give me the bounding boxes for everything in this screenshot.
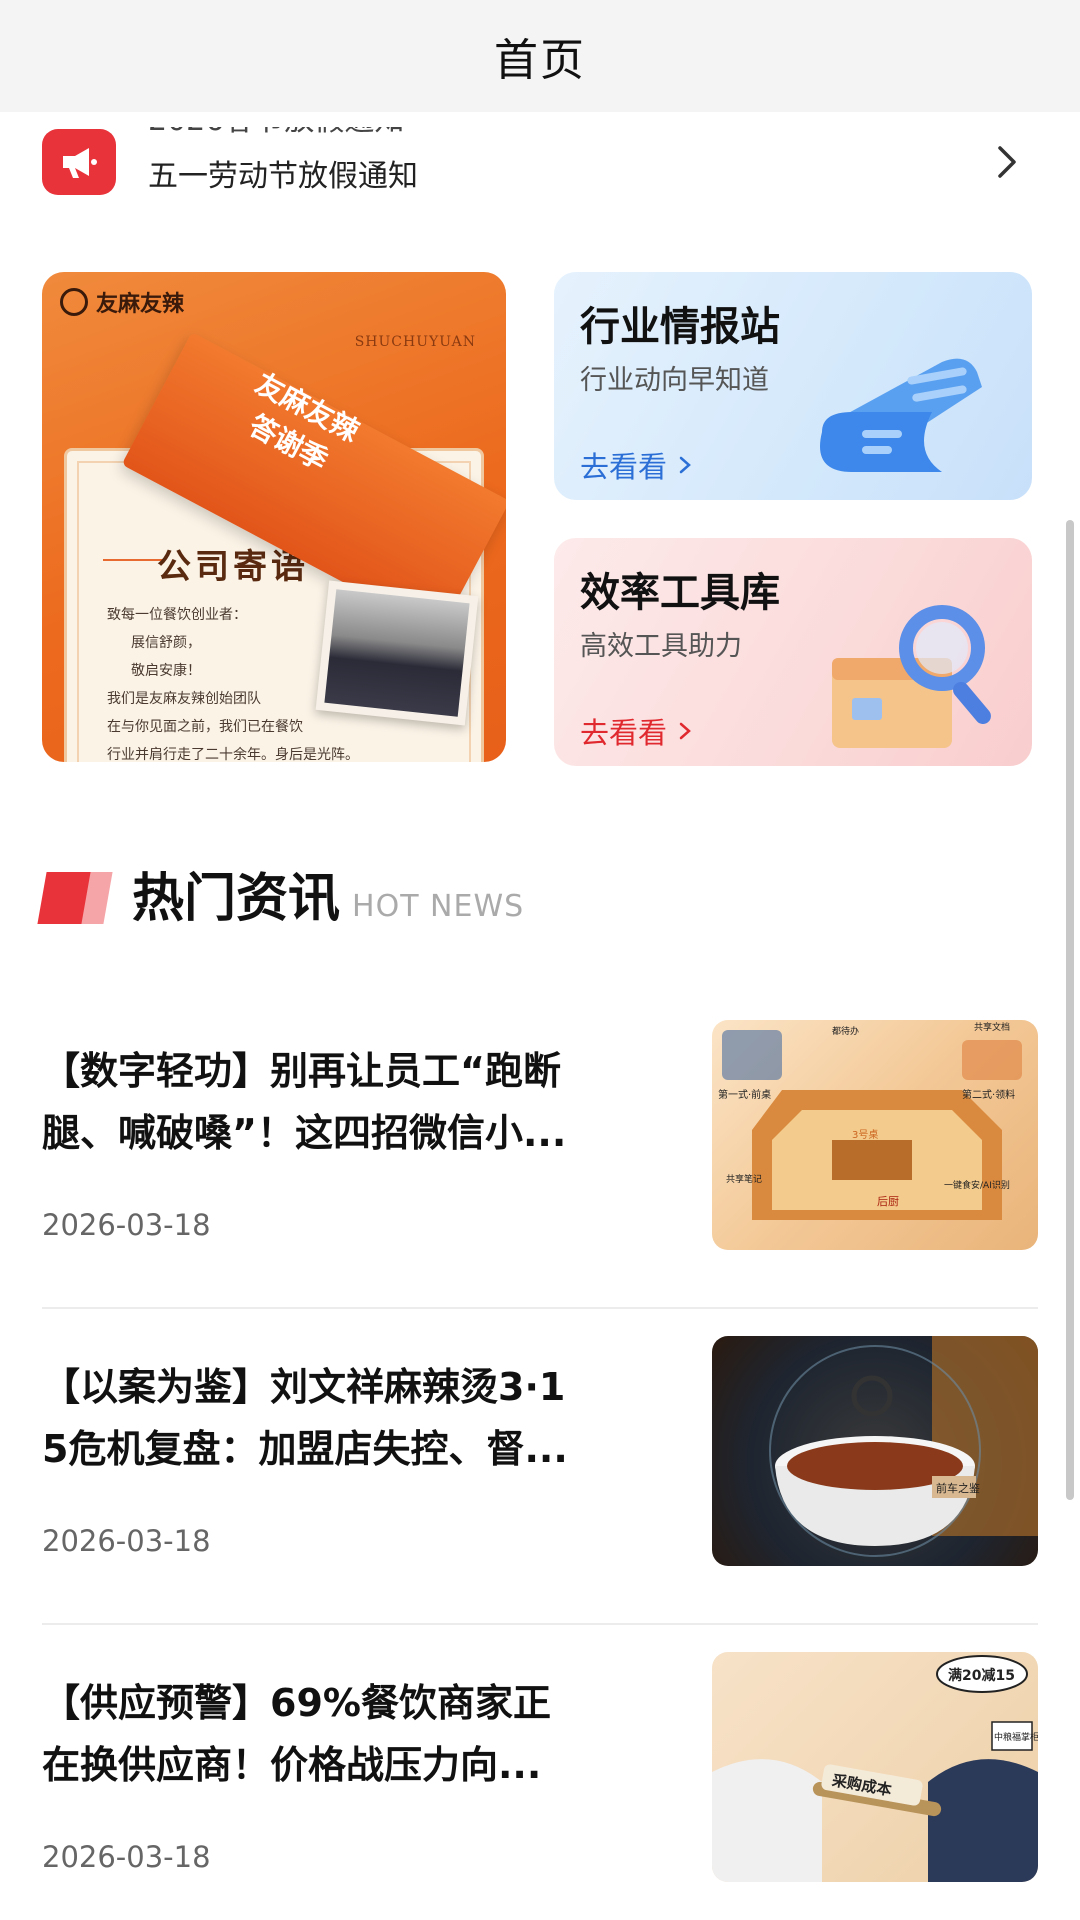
news-title: 【供应预警】69%餐饮商家正 在换供应商！价格战压力向... [42,1681,551,1787]
news-item[interactable]: 【以案为鉴】刘文祥麻辣烫3·1 5危机复盘：加盟店失控、督... 2026-03… [42,1336,1038,1586]
news-thumbnail: 前车之鉴 [712,1336,1038,1566]
news-thumbnail: 第一式·前桌 第二式·领料 3号桌 后厨 共享文档 共享笔记 一键食安/AI识别… [712,1020,1038,1250]
card-link-button[interactable]: 去看看 [580,444,695,486]
news-title: 【数字轻功】别再让员工“跑断 腿、喊破嗓”！这四招微信小... [42,1049,567,1155]
news-thumbnail: 采购成本 满20减15 中粮福掌柜 [712,1652,1038,1882]
svg-text:第一式·前桌: 第一式·前桌 [718,1088,771,1101]
card-link-button[interactable]: 去看看 [580,710,695,752]
card-subtitle: 行业动向早知道 [580,365,769,396]
svg-text:都待办: 都待办 [832,1025,859,1037]
news-title: 【以案为鉴】刘文祥麻辣烫3·1 5危机复盘：加盟店失控、督... [42,1365,568,1471]
svg-text:中粮福掌柜: 中粮福掌柜 [994,1731,1038,1743]
news-item[interactable]: 【供应预警】69%餐饮商家正 在换供应商！价格战压力向... 2026-03-1… [42,1652,1038,1902]
section-title: 热门资讯 [132,869,341,929]
promo-brand-text: 友麻友辣 [96,292,185,317]
card-industry-intel[interactable]: 行业情报站 行业动向早知道 去看看 [554,272,1032,500]
notice-text: 2026春节放假通知 五一劳动节放假通知 [148,127,988,197]
section-subtitle: HOT NEWS [352,889,525,924]
toolbox-magnifier-icon [832,605,991,748]
news-date: 2026-03-18 [42,1840,211,1874]
card-subtitle: 高效工具助力 [580,631,742,662]
promo-brand: 友麻友辣 [60,286,184,318]
brand-logo-icon [60,288,88,316]
notice-bar[interactable]: 2026春节放假通知 五一劳动节放假通知 [42,112,1038,212]
section-flag-icon [37,872,114,924]
chevron-right-icon [998,146,1016,178]
svg-text:满20减15: 满20减15 [948,1667,1015,1684]
document-scroll-icon [820,358,982,472]
divider [42,1307,1038,1309]
promo-banner[interactable]: 友麻友辣 SHUCHUYUAN 公司寄语 致每一位餐饮创业者： 展信舒颜， 敬启… [42,272,506,762]
news-item[interactable]: 【数字轻功】别再让员工“跑断 腿、喊破嗓”！这四招微信小... 2026-03-… [42,1020,1038,1270]
nav-header: 首页 [0,0,1080,112]
page-title: 首页 [494,35,586,86]
promo-photo [315,580,479,726]
svg-text:后厨: 后厨 [877,1195,899,1208]
svg-text:前车之鉴: 前车之鉴 [936,1481,980,1495]
svg-text:共享笔记: 共享笔记 [726,1173,762,1185]
divider [42,1623,1038,1625]
notice-prev-text: 2026春节放假通知 [148,127,404,141]
notice-current-text: 五一劳动节放假通知 [148,159,418,194]
svg-text:共享文档: 共享文档 [974,1021,1010,1033]
megaphone-icon [42,129,116,195]
chevron-right-icon [679,456,691,474]
card-title: 行业情报站 [580,304,780,350]
news-date: 2026-03-18 [42,1524,211,1558]
scrollbar[interactable] [1066,520,1074,1500]
home-page: 首页 2026春节放假通知 五一劳动节放假通知 友麻友辣 SHUCHUYUAN … [0,0,1080,1920]
news-date: 2026-03-18 [42,1208,211,1242]
chevron-right-icon [679,722,691,740]
svg-text:第二式·领料: 第二式·领料 [962,1088,1015,1101]
svg-text:3号桌: 3号桌 [852,1128,878,1141]
card-title: 效率工具库 [580,570,780,616]
promo-en-text: SHUCHUYUAN [354,334,476,350]
svg-text:一键食安/AI识别: 一键食安/AI识别 [944,1179,1010,1191]
card-efficiency-tools[interactable]: 效率工具库 高效工具助力 去看看 [554,538,1032,766]
hot-news-header: 热门资讯 HOT NEWS [37,864,525,934]
